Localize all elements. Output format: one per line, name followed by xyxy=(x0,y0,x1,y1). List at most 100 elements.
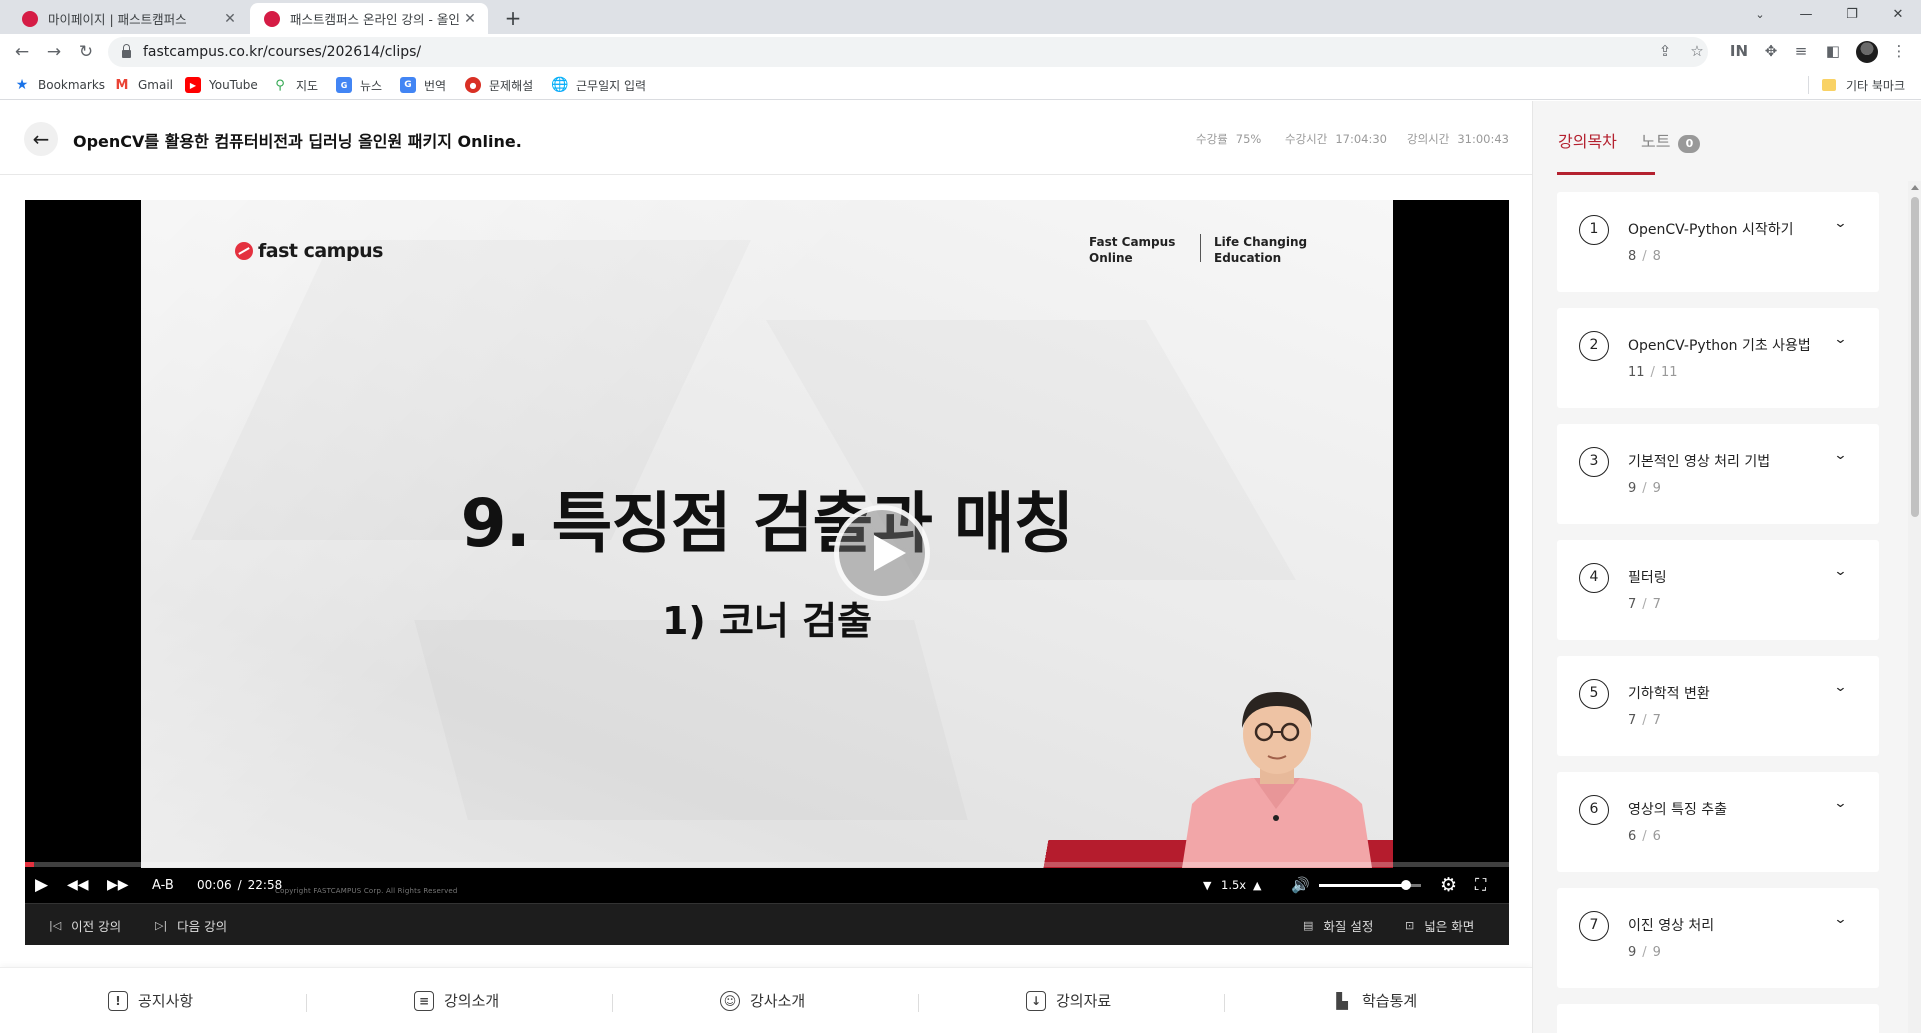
chapter-item[interactable]: 1 OpenCV-Python 시작하기 8/8 ⌄ xyxy=(1557,192,1879,292)
tab-course-intro[interactable]: ≡ 강의소개 xyxy=(414,990,499,1011)
fastcampus-favicon-icon xyxy=(22,10,38,27)
volume-slider[interactable] xyxy=(1319,880,1421,890)
stat-label: 수강률 xyxy=(1196,132,1228,146)
url-bar[interactable]: fastcampus.co.kr/courses/202614/clips/ xyxy=(108,37,1708,67)
chapter-item[interactable]: 2 OpenCV-Python 기초 사용법 11/11 ⌄ xyxy=(1557,308,1879,408)
other-bookmarks-folder[interactable]: 기타 북마크 xyxy=(1822,76,1905,94)
speed-down-icon[interactable]: ▼ xyxy=(1203,873,1211,897)
wide-screen-button[interactable]: ⊡ 넓은 화면 xyxy=(1405,916,1474,935)
volume-icon[interactable]: 🔊 xyxy=(1291,873,1310,897)
restore-button[interactable]: ❐ xyxy=(1829,0,1875,30)
stat-watch-time: 수강시간 17:04:30 xyxy=(1285,131,1387,147)
scroll-up-icon[interactable] xyxy=(1911,185,1919,190)
chevron-down-icon[interactable]: ⌄ xyxy=(1833,796,1847,811)
chapter-number: 4 xyxy=(1579,563,1609,593)
bookmark-item[interactable]: ★ Bookmarks xyxy=(14,76,105,94)
bookmarks-bar: ★ Bookmarks M Gmail ▶ YouTube ⚲ 지도 G 뉴스 … xyxy=(0,70,1921,100)
tab-instructor-label: 강사소개 xyxy=(750,992,806,1010)
menu-dots-icon[interactable]: ⋮ xyxy=(1886,38,1912,64)
close-tab-icon[interactable]: ✕ xyxy=(222,11,238,27)
play-overlay-button[interactable] xyxy=(834,505,930,601)
quality-settings-button[interactable]: ▤ 화질 설정 xyxy=(1303,916,1373,935)
video-player[interactable]: fast campus Fast Campus Online Life Chan… xyxy=(25,200,1509,945)
browser-tab-course[interactable]: 패스트캠퍼스 온라인 강의 - 올인 ✕ xyxy=(250,3,488,34)
bookmark-item[interactable]: G 뉴스 xyxy=(336,76,382,94)
bookmark-item[interactable]: G 번역 xyxy=(400,76,446,94)
current-time: 00:06 xyxy=(197,878,232,892)
scrollbar-thumb[interactable] xyxy=(1911,197,1919,517)
bookmark-item[interactable]: ▶ YouTube xyxy=(185,76,258,94)
fastcampus-logo: fast campus xyxy=(235,240,383,262)
bookmark-item[interactable]: ● 문제해설 xyxy=(465,76,533,94)
chapter-item[interactable]: 7 이진 영상 처리 9/9 ⌄ xyxy=(1557,888,1879,988)
tab-instructor[interactable]: ☺ 강사소개 xyxy=(720,990,805,1011)
chapter-done: 11 xyxy=(1628,365,1645,380)
close-window-button[interactable]: ✕ xyxy=(1875,0,1921,30)
tab-notes[interactable]: 노트 0 xyxy=(1641,128,1701,153)
active-tab-underline xyxy=(1557,172,1655,175)
bookmark-star-icon[interactable]: ☆ xyxy=(1684,38,1710,64)
bookmark-label: 근무일지 입력 xyxy=(576,78,647,93)
chapter-item[interactable]: 4 필터링 7/7 ⌄ xyxy=(1557,540,1879,640)
sidebar-scrollbar[interactable] xyxy=(1908,181,1921,1033)
chevron-down-icon[interactable]: ⌄ xyxy=(1833,448,1847,463)
chapter-item-partial[interactable] xyxy=(1557,1004,1879,1033)
clipboard-icon: ≡ xyxy=(414,990,434,1011)
settings-gear-icon[interactable]: ⚙ xyxy=(1440,873,1457,897)
prev-lecture-button[interactable]: |◁ 이전 강의 xyxy=(49,916,121,935)
chapter-number: 2 xyxy=(1579,331,1609,361)
extension-in-icon[interactable]: IN xyxy=(1726,38,1752,64)
browser-tab-strip: 마이페이지 | 패스트캠퍼스 ✕ 패스트캠퍼스 온라인 강의 - 올인 ✕ + … xyxy=(0,0,1921,34)
minimize-button[interactable]: — xyxy=(1783,0,1829,30)
nav-divider xyxy=(612,994,613,1012)
stat-value: 31:00:43 xyxy=(1457,132,1509,146)
fullscreen-icon[interactable]: ⛶ xyxy=(1475,873,1486,897)
gmail-icon: M xyxy=(115,77,129,93)
browser-tab-mypage[interactable]: 마이페이지 | 패스트캠퍼스 ✕ xyxy=(8,3,248,34)
side-panel-icon[interactable]: ◧ xyxy=(1820,38,1846,64)
back-arrow-icon[interactable]: ← xyxy=(8,38,36,66)
chapter-total: 9 xyxy=(1652,945,1661,960)
tab-curriculum[interactable]: 강의목차 xyxy=(1558,128,1617,152)
bookmark-item[interactable]: ⚲ 지도 xyxy=(272,76,318,94)
bookmark-label: 문제해설 xyxy=(489,78,534,93)
close-tab-icon[interactable]: ✕ xyxy=(462,11,478,27)
notice-icon: ! xyxy=(108,990,128,1011)
share-icon[interactable]: ⇪ xyxy=(1652,38,1678,64)
folder-icon xyxy=(1822,79,1836,91)
stat-value: 17:04:30 xyxy=(1335,132,1387,146)
chapter-number: 1 xyxy=(1579,215,1609,245)
tab-search-icon[interactable]: ⌄ xyxy=(1737,0,1783,30)
tab-statistics[interactable]: ▙ 학습통계 xyxy=(1332,990,1417,1011)
extensions-puzzle-icon[interactable]: ✥ xyxy=(1758,38,1784,64)
reload-icon[interactable]: ↻ xyxy=(72,38,100,66)
speed-up-icon[interactable]: ▲ xyxy=(1253,873,1261,897)
back-button[interactable]: ← xyxy=(24,122,58,156)
chevron-down-icon[interactable]: ⌄ xyxy=(1833,912,1847,927)
chevron-down-icon[interactable]: ⌄ xyxy=(1833,680,1847,695)
chevron-down-icon[interactable]: ⌄ xyxy=(1833,216,1847,231)
rewind-icon[interactable]: ◀◀ xyxy=(67,873,89,897)
chapter-item[interactable]: 6 영상의 특징 추출 6/6 ⌄ xyxy=(1557,772,1879,872)
chapter-progress: 9/9 xyxy=(1628,481,1661,496)
bar-chart-icon: ▙ xyxy=(1336,991,1348,1010)
ab-repeat-button[interactable]: A-B xyxy=(152,873,174,897)
tab-notice[interactable]: ! 공지사항 xyxy=(108,990,193,1011)
chapter-item[interactable]: 5 기하학적 변환 7/7 ⌄ xyxy=(1557,656,1879,756)
volume-knob[interactable] xyxy=(1400,880,1411,890)
chapter-item[interactable]: 3 기본적인 영상 처리 기법 9/9 ⌄ xyxy=(1557,424,1879,524)
bookmark-item[interactable]: 🌐 근무일지 입력 xyxy=(551,76,647,94)
bookmark-item[interactable]: M Gmail xyxy=(114,76,173,94)
play-icon[interactable]: ▶ xyxy=(35,873,48,897)
chevron-down-icon[interactable]: ⌄ xyxy=(1833,332,1847,347)
new-tab-button[interactable]: + xyxy=(499,5,527,33)
reading-list-icon[interactable]: ≡ xyxy=(1788,38,1814,64)
profile-avatar[interactable] xyxy=(1856,41,1878,63)
forward-arrow-icon[interactable]: → xyxy=(40,38,68,66)
chevron-down-icon[interactable]: ⌄ xyxy=(1833,564,1847,579)
tab-materials[interactable]: ↓ 강의자료 xyxy=(1026,990,1111,1011)
volume-fill xyxy=(1319,884,1406,887)
next-lecture-label: 다음 강의 xyxy=(177,919,228,934)
fast-forward-icon[interactable]: ▶▶ xyxy=(107,873,129,897)
next-lecture-button[interactable]: ▷| 다음 강의 xyxy=(155,916,227,935)
